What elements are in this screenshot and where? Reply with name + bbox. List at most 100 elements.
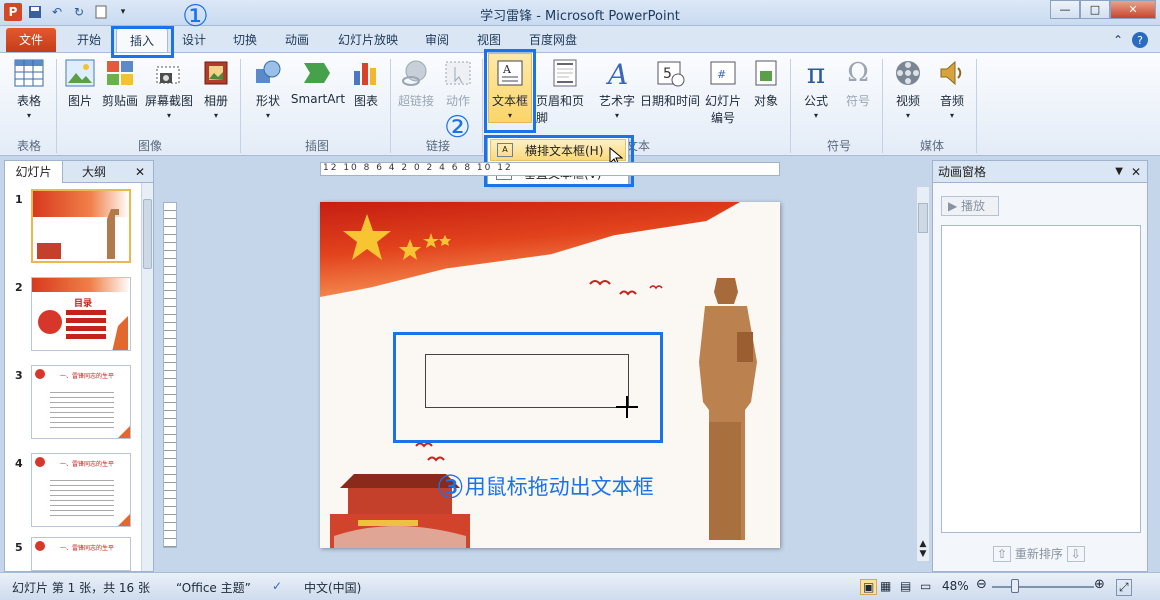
hyperlink-icon bbox=[400, 57, 432, 89]
symbol-button[interactable]: Ω 符号 bbox=[840, 57, 876, 109]
slide-counter: 幻灯片 第 1 张，共 16 张 bbox=[12, 581, 150, 595]
slideshow-view-icon[interactable]: ▭ bbox=[920, 579, 931, 593]
table-label: 表格 bbox=[16, 94, 41, 108]
tab-file[interactable]: 文件 bbox=[6, 28, 56, 52]
shapes-button[interactable]: 形状 ▾ bbox=[250, 57, 286, 120]
prev-next-slide-icon[interactable]: ▲ ▼ bbox=[917, 539, 929, 559]
scrollbar-thumb[interactable] bbox=[143, 199, 152, 269]
tab-transitions[interactable]: 切换 bbox=[222, 28, 268, 52]
svg-text:5: 5 bbox=[663, 66, 672, 82]
zoom-slider-track[interactable] bbox=[992, 586, 1094, 588]
chart-button[interactable]: 图表 bbox=[350, 57, 382, 109]
reorder-label: 重新排序 bbox=[1014, 547, 1063, 561]
editor-scrollbar[interactable]: ▲ ▼ bbox=[916, 186, 930, 562]
close-pane-icon[interactable]: ✕ bbox=[1131, 161, 1141, 183]
normal-view-icon[interactable]: ▣ bbox=[860, 579, 878, 595]
action-button[interactable]: 动作 bbox=[440, 57, 476, 109]
hyperlink-button[interactable]: 超链接 bbox=[396, 57, 436, 109]
move-up-icon[interactable]: ⇧ bbox=[993, 546, 1012, 562]
header-footer-button[interactable]: 页眉和页脚 bbox=[536, 57, 594, 126]
statue-graphic bbox=[699, 278, 757, 540]
move-down-icon[interactable]: ⇩ bbox=[1066, 546, 1085, 562]
screenshot-button[interactable]: 屏幕截图 ▾ bbox=[144, 57, 194, 120]
group-separator bbox=[882, 59, 883, 153]
smartart-icon bbox=[302, 57, 334, 89]
tab-review[interactable]: 审阅 bbox=[414, 28, 460, 52]
smartart-button[interactable]: SmartArt bbox=[290, 57, 346, 106]
tab-slides[interactable]: 幻灯片 bbox=[5, 161, 63, 183]
dropdown-arrow-icon: ▾ bbox=[166, 111, 171, 120]
thumbnail-number: 2 bbox=[15, 281, 23, 294]
animation-pane-header: 动画窗格 ▼ ✕ bbox=[933, 161, 1147, 183]
theme-name[interactable]: “Office 主题” bbox=[176, 579, 251, 596]
slide-thumbnail-4[interactable]: 一、雷锋同志的生平 bbox=[31, 453, 131, 527]
animation-pane-title: 动画窗格 bbox=[938, 165, 987, 179]
slide-thumbnail-3[interactable]: 一、雷锋同志的生平 bbox=[31, 365, 131, 439]
datetime-button[interactable]: 5 日期和时间 bbox=[640, 57, 700, 109]
album-button[interactable]: 相册 ▾ bbox=[198, 57, 234, 120]
group-separator bbox=[56, 59, 57, 153]
maximize-button[interactable]: □ bbox=[1080, 0, 1110, 19]
clipart-icon bbox=[104, 57, 136, 89]
reading-view-icon[interactable]: ▤ bbox=[900, 579, 911, 593]
dropdown-arrow-icon: ▾ bbox=[614, 111, 619, 120]
picture-button[interactable]: 图片 bbox=[62, 57, 98, 109]
zoom-in-icon[interactable]: ⊕ bbox=[1094, 577, 1105, 592]
close-button[interactable]: ✕ bbox=[1110, 0, 1156, 19]
action-label: 动作 bbox=[445, 94, 470, 108]
speaker-icon bbox=[936, 57, 968, 89]
equation-button[interactable]: π 公式 ▾ bbox=[798, 57, 834, 120]
help-icon[interactable]: ? bbox=[1130, 28, 1150, 52]
small-star-icon bbox=[399, 239, 421, 260]
slide-number-button[interactable]: # 幻灯片 编号 bbox=[702, 57, 744, 126]
svg-text:#: # bbox=[717, 68, 726, 81]
thumbnail-art bbox=[38, 310, 128, 350]
horizontal-ruler: 12 10 8 6 4 2 0 2 4 6 8 10 12 bbox=[320, 162, 780, 176]
tab-slideshow[interactable]: 幻灯片放映 bbox=[330, 28, 406, 52]
play-button[interactable]: ▶ 播放 bbox=[941, 196, 999, 216]
symbol-label: 符号 bbox=[845, 94, 870, 108]
zoom-level[interactable]: 48% bbox=[942, 579, 969, 593]
tab-outline[interactable]: 大纲 bbox=[65, 161, 123, 183]
object-button[interactable]: 对象 bbox=[748, 57, 784, 109]
scrollbar-thumb[interactable] bbox=[918, 203, 928, 233]
group-separator bbox=[976, 59, 977, 153]
tab-animations[interactable]: 动画 bbox=[274, 28, 320, 52]
clipart-label: 剪贴画 bbox=[101, 94, 138, 108]
slide-thumbnail-2[interactable]: 目录 bbox=[31, 277, 131, 351]
step-3-text: 用鼠标拖动出文本框 bbox=[464, 475, 654, 499]
step-3-caption: ③用鼠标拖动出文本框 bbox=[436, 468, 654, 506]
minimize-button[interactable]: — bbox=[1050, 0, 1080, 19]
pane-menu-icon[interactable]: ▼ bbox=[1115, 161, 1123, 183]
dropdown-arrow-icon: ▾ bbox=[905, 111, 910, 120]
language-indicator[interactable]: 中文(中国) bbox=[304, 579, 361, 596]
spellcheck-icon[interactable]: ✓ bbox=[272, 579, 282, 593]
tab-home[interactable]: 开始 bbox=[66, 28, 112, 52]
slides-pane-scrollbar[interactable] bbox=[141, 183, 153, 571]
table-button[interactable]: 表格 ▾ bbox=[10, 57, 48, 120]
slide-number-icon: # bbox=[707, 57, 739, 89]
action-icon bbox=[442, 57, 474, 89]
collapse-ribbon-icon[interactable]: ⌃ bbox=[1108, 28, 1128, 52]
picture-label: 图片 bbox=[67, 94, 92, 108]
step-3-marker: ③ bbox=[436, 468, 465, 506]
zoom-slider-thumb[interactable] bbox=[1011, 579, 1019, 593]
audio-button[interactable]: 音频 ▾ bbox=[934, 57, 970, 120]
birds-graphic bbox=[589, 280, 663, 296]
thumbnail-art bbox=[35, 541, 45, 551]
video-button[interactable]: 视频 ▾ bbox=[890, 57, 926, 120]
reorder-control: ⇧ 重新排序 ⇩ bbox=[993, 545, 1085, 562]
thumbnail-number: 1 bbox=[15, 193, 23, 206]
wordart-button[interactable]: A 艺术字 ▾ bbox=[596, 57, 638, 120]
thumbnail-art bbox=[35, 457, 130, 526]
clipart-button[interactable]: 剪贴画 bbox=[100, 57, 140, 109]
slide-thumbnail-1[interactable] bbox=[31, 189, 131, 263]
slide-thumbnail-5[interactable]: 一、雷锋同志的生平 bbox=[31, 537, 131, 571]
group-label-illustrations: 插图 bbox=[304, 139, 329, 153]
slide-sorter-view-icon[interactable]: ▦ bbox=[880, 579, 891, 593]
close-pane-icon[interactable]: ✕ bbox=[131, 161, 149, 183]
fit-to-window-icon[interactable]: ⤢ bbox=[1116, 579, 1132, 596]
table-icon bbox=[13, 57, 45, 89]
zoom-out-icon[interactable]: ⊖ bbox=[976, 577, 987, 592]
animation-list[interactable] bbox=[941, 225, 1141, 533]
